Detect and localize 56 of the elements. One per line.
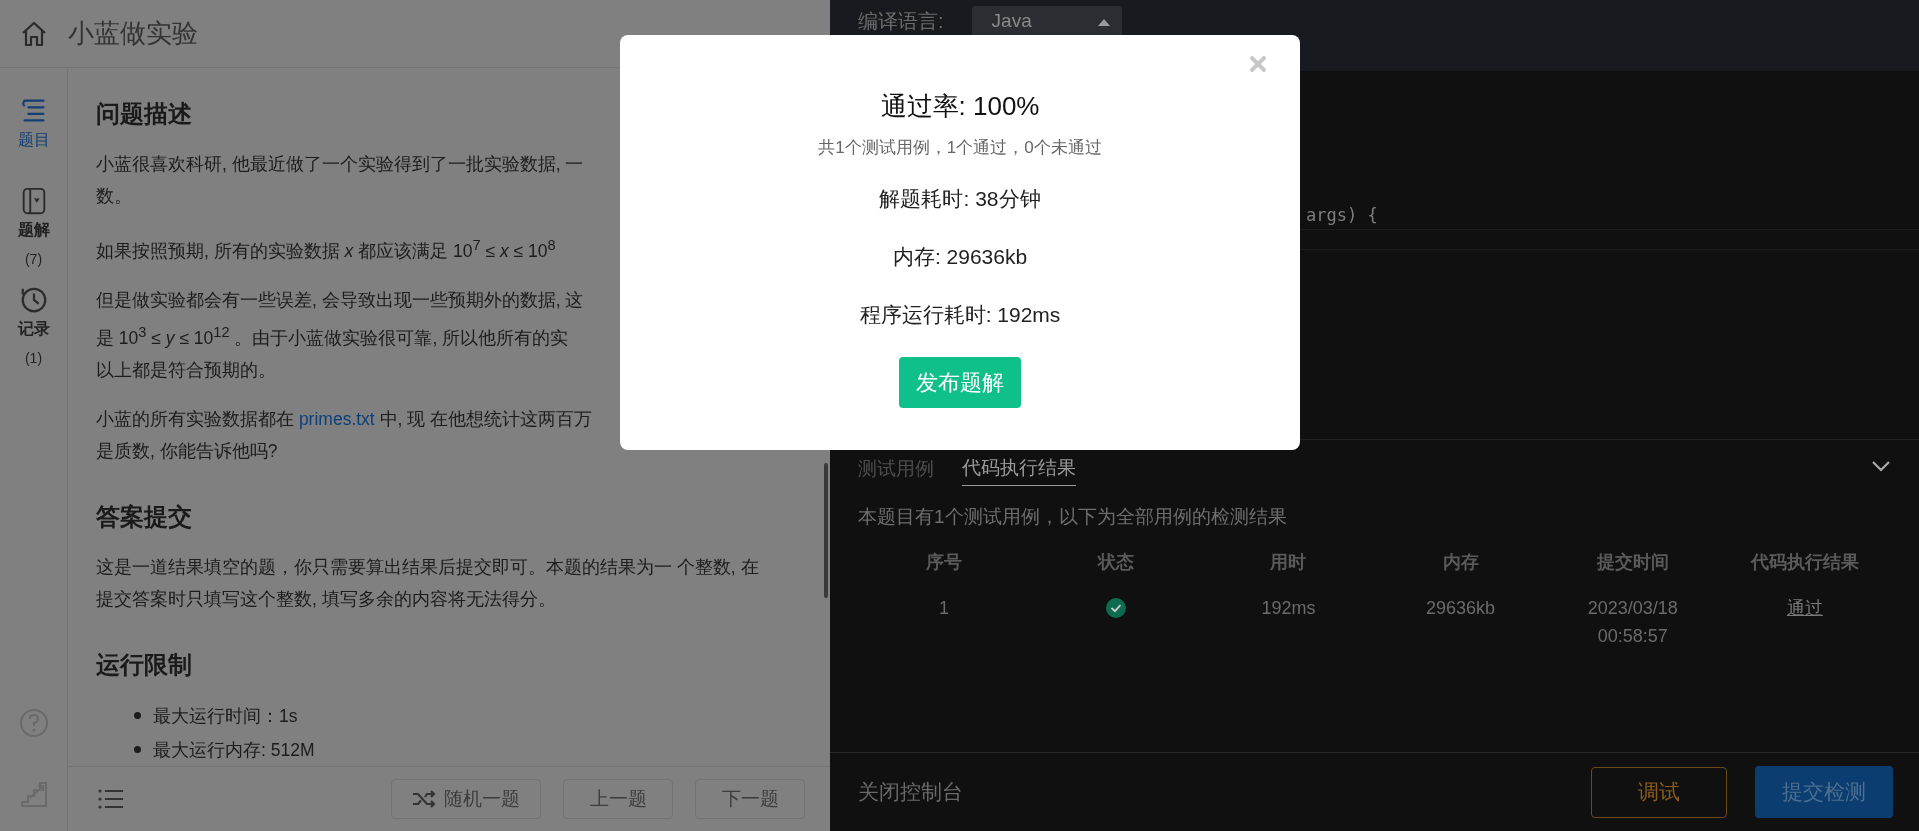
menu-icon	[98, 788, 124, 810]
table-cell-text: 29636kb	[1425, 597, 1497, 620]
paragraph-line: 这是一道结果填空的题，你只需要算出结果后提交即可。本题的结果为一 个整数, 在	[96, 555, 760, 579]
paragraph-line: 数。	[96, 185, 133, 208]
paragraph-line: 是 10$^{3}$ ≤ y ≤ 10$^{12}$ 。由于小蓝做实验很可靠, 所以他所有的实	[96, 322, 570, 350]
stat-text: 内存: 29636kb	[892, 244, 1028, 270]
column-header: 用时	[1269, 551, 1308, 574]
pass-rate: 通过率: 100%	[880, 90, 1040, 123]
section-heading: 答案提交	[96, 501, 193, 532]
paragraph-line: 但是做实验都会有一些误差, 会导致出现一些预期外的数据, 这	[96, 288, 585, 312]
column-header: 序号	[925, 551, 964, 574]
paragraph-line: 提交答案时只填写这个整数, 填写多余的内容将无法得分。	[96, 587, 557, 611]
paragraph-line: 小蓝很喜欢科研, 他最近做了一个实验得到了一批实验数据, 一	[96, 153, 585, 176]
submit-button[interactable]: 提交检测	[1755, 766, 1893, 818]
chevron-down-icon	[1871, 460, 1891, 472]
table-cell-text: 192ms	[1260, 597, 1317, 620]
column-header: 状态	[1096, 551, 1136, 574]
result-description: 本题目有1个测试用例，以下为全部用例的检测结果	[857, 505, 1288, 529]
stat-text: 程序运行耗时: 192ms	[859, 302, 1061, 328]
shuffle-icon	[412, 790, 436, 808]
section-heading: 运行限制	[96, 649, 193, 680]
random-button[interactable]: 随机一题	[391, 779, 541, 819]
list-item: 最大运行内存: 512M	[153, 738, 315, 762]
caret-icon	[1097, 18, 1110, 26]
language-label: 编译语言:	[858, 9, 944, 34]
bullet-dot	[134, 746, 141, 754]
sidebar-item[interactable]: 记录 (1)	[3, 285, 64, 366]
code-text: args) {	[1306, 205, 1378, 225]
table-cell-text: 2023/03/18 00:58:57	[1586, 597, 1679, 648]
test-summary: 共1个测试用例，1个通过，0个未通过	[818, 137, 1102, 159]
sidebar-item[interactable]: 题目	[3, 96, 64, 168]
scrollbar-thumb[interactable]	[824, 463, 828, 598]
section-heading: 问题描述	[96, 99, 193, 129]
paragraph-line: 如果按照预期, 所有的实验数据 x 都应该满足 10$^{7}$ ≤ x ≤ 10$^{8}$	[96, 236, 557, 263]
previous-button[interactable]: 上一题	[563, 779, 673, 819]
problem-title: 小蓝做实验	[68, 17, 198, 50]
stat-text: 解题耗时: 38分钟	[879, 186, 1041, 212]
table-cell-text: 1	[938, 597, 951, 620]
sidebar-item[interactable]: 题解 (7)	[3, 186, 64, 267]
column-header: 代码执行结果	[1749, 551, 1860, 574]
next-button[interactable]: 下一题	[695, 779, 805, 819]
result-link[interactable]: 通过	[1786, 594, 1823, 622]
file-link[interactable]: primes.txt	[298, 408, 375, 429]
column-header: 内存	[1441, 551, 1480, 574]
home-icon	[20, 19, 48, 48]
close-icon	[1249, 55, 1267, 73]
list-item: 最大运行时间：1s	[153, 704, 298, 728]
console-tab[interactable]: 代码执行结果	[962, 455, 1076, 486]
close-console-link[interactable]: 关闭控制台	[858, 778, 963, 806]
bullet-dot	[134, 712, 141, 720]
column-header: 提交时间	[1595, 551, 1670, 574]
paragraph-line: 是质数, 你能告诉他吗?	[96, 439, 279, 463]
debug-button[interactable]: 调试	[1591, 766, 1727, 818]
console-tab[interactable]: 测试用例	[858, 456, 934, 486]
paragraph-line: 以上都是符合预期的。	[96, 358, 277, 382]
publish-button[interactable]: 发布题解	[899, 357, 1021, 408]
